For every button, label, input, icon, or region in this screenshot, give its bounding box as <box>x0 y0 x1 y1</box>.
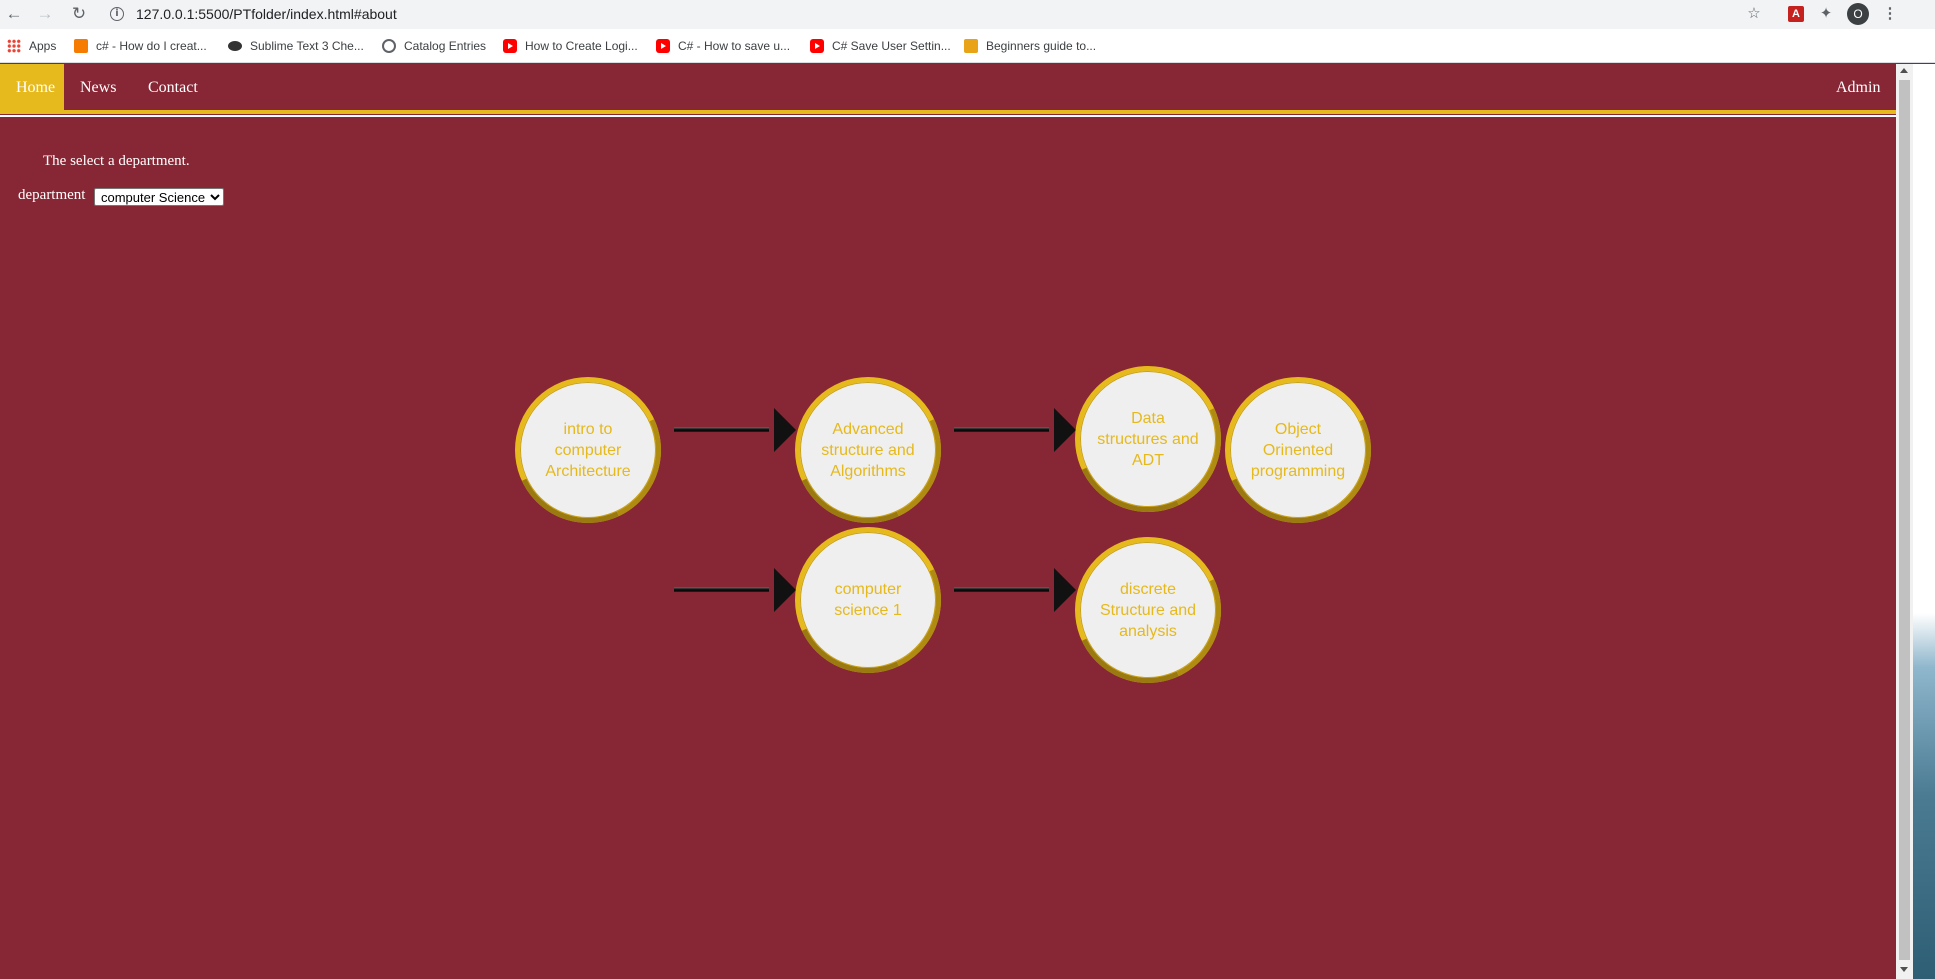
course-label: computer science 1 <box>834 581 902 619</box>
address-bar[interactable]: i 127.0.0.1:5500/PTfolder/index.html#abo… <box>102 1 1782 27</box>
nav-news[interactable]: News <box>64 64 132 111</box>
bookmark-save-settings[interactable]: C# Save User Settin... <box>810 37 951 55</box>
site-info-icon[interactable]: i <box>110 7 124 21</box>
bookmark-label: Beginners guide to... <box>986 39 1097 53</box>
back-arrow-icon[interactable]: ← <box>3 3 25 25</box>
flow-arrow <box>954 568 1076 612</box>
course-label: discrete Structure and analysis <box>1099 580 1197 640</box>
menu-kebab-icon[interactable]: ⋮ <box>1880 4 1900 24</box>
apps-grid-icon <box>7 39 21 53</box>
csharp-icon <box>74 39 88 53</box>
bookmark-save-user[interactable]: C# - How to save u... <box>656 37 790 55</box>
reload-icon[interactable]: ↻ <box>68 3 90 25</box>
arrow-line <box>674 427 769 432</box>
course-intro-architecture[interactable]: intro to computer Architecture <box>515 377 661 523</box>
course-label: Data structures and ADT <box>1097 409 1199 469</box>
desktop-background-edge <box>1913 64 1935 979</box>
course-discrete-structure[interactable]: discrete Structure and analysis <box>1075 537 1221 683</box>
bookmark-star-icon[interactable]: ☆ <box>1744 4 1764 24</box>
bookmarks-bar: Apps c# - How do I creat... Sublime Text… <box>0 29 1935 63</box>
arrow-head <box>1054 408 1076 452</box>
bookmark-label: C# Save User Settin... <box>832 39 951 53</box>
bookmark-label: Catalog Entries <box>404 39 487 53</box>
extensions-puzzle-icon[interactable]: ✦ <box>1816 4 1836 24</box>
scroll-up-icon[interactable] <box>1900 68 1908 73</box>
bookmark-csharp-create[interactable]: c# - How do I creat... <box>74 37 207 55</box>
arrow-head <box>774 408 796 452</box>
bookmark-beginners[interactable]: Beginners guide to... <box>964 37 1096 55</box>
course-computer-science-1[interactable]: computer science 1 <box>795 527 941 673</box>
bookmark-label: c# - How do I creat... <box>96 39 207 53</box>
arrow-line <box>954 427 1049 432</box>
course-label: intro to computer Architecture <box>545 420 631 480</box>
flow-arrow <box>674 408 796 452</box>
bookmark-apps[interactable]: Apps <box>7 37 56 55</box>
flow-arrow <box>674 568 796 612</box>
nav-divider <box>0 110 1896 117</box>
course-label: Object Orinented programming <box>1250 420 1346 480</box>
youtube-icon <box>656 39 670 53</box>
course-data-structures[interactable]: Data structures and ADT <box>1075 366 1221 512</box>
forward-arrow-icon[interactable]: → <box>34 3 56 25</box>
page-scrollbar[interactable] <box>1896 64 1913 979</box>
youtube-icon <box>503 39 517 53</box>
arrow-head <box>774 568 796 612</box>
department-label: department <box>18 187 86 203</box>
pdf-extension-icon[interactable]: A <box>1788 6 1804 22</box>
beginners-icon <box>964 39 978 53</box>
course-label: Advanced structure and Algorithms <box>821 420 915 480</box>
nav-admin[interactable]: Admin <box>1820 64 1896 111</box>
youtube-icon <box>810 39 824 53</box>
bookmark-sublime[interactable]: Sublime Text 3 Che... <box>228 37 364 55</box>
bookmark-label: Apps <box>29 39 57 53</box>
url-text[interactable]: 127.0.0.1:5500/PTfolder/index.html#about <box>136 6 397 22</box>
department-select[interactable]: computer Science <box>94 188 224 206</box>
bookmark-catalog[interactable]: Catalog Entries <box>382 37 486 55</box>
nav-home[interactable]: Home <box>0 64 64 111</box>
nav-contact[interactable]: Contact <box>132 64 214 111</box>
scroll-thumb[interactable] <box>1899 80 1910 960</box>
bookmark-label: Sublime Text 3 Che... <box>250 39 364 53</box>
bookmark-label: How to Create Logi... <box>525 39 638 53</box>
site-navbar: Home News Contact Admin <box>0 64 1896 111</box>
arrow-head <box>1054 568 1076 612</box>
flow-arrow <box>954 408 1076 452</box>
course-object-oriented[interactable]: Object Orinented programming <box>1225 377 1371 523</box>
course-advanced-algorithms[interactable]: Advanced structure and Algorithms <box>795 377 941 523</box>
arrow-line <box>954 587 1049 592</box>
arrow-line <box>674 587 769 592</box>
bookmark-create-login[interactable]: How to Create Logi... <box>503 37 638 55</box>
profile-avatar[interactable]: O <box>1847 3 1869 25</box>
browser-toolbar: ← → ↻ i 127.0.0.1:5500/PTfolder/index.ht… <box>0 0 1935 29</box>
globe-icon <box>382 39 396 53</box>
sublime-icon <box>228 41 242 51</box>
scroll-down-icon[interactable] <box>1900 967 1908 972</box>
intro-text: The select a department. <box>43 153 190 169</box>
bookmark-label: C# - How to save u... <box>678 39 791 53</box>
